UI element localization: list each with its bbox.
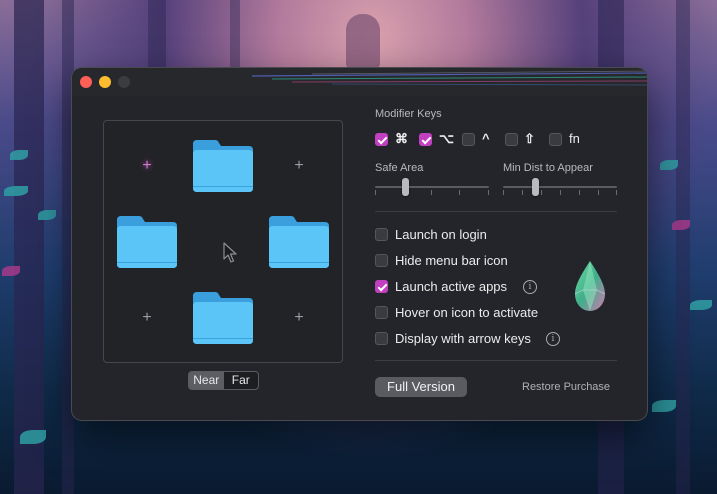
modifier-keys-title: Modifier Keys: [375, 108, 442, 120]
slider-track: [503, 186, 617, 188]
arrow-keys-label: Display with arrow keys: [395, 331, 531, 346]
folder-icon: [193, 292, 253, 344]
near-option[interactable]: Near: [189, 372, 224, 389]
layout-preview: + + + +: [103, 120, 343, 363]
safe-area-label: Safe Area: [375, 162, 424, 174]
full-version-button[interactable]: Full Version: [375, 377, 467, 397]
close-button[interactable]: [80, 76, 92, 88]
option-key-label: ⌥: [439, 131, 454, 146]
plus-icon[interactable]: +: [291, 158, 307, 174]
arrow-keys-checkbox[interactable]: [375, 332, 388, 345]
shift-key-label: ⇧: [524, 131, 535, 146]
launch-on-login-checkbox[interactable]: [375, 228, 388, 241]
option-key-checkbox[interactable]: [419, 133, 432, 146]
min-dist-label: Min Dist to Appear: [503, 162, 593, 174]
folder-icon: [269, 216, 329, 268]
zoom-button[interactable]: [118, 76, 130, 88]
minimize-button[interactable]: [99, 76, 111, 88]
hide-menu-bar-icon-label: Hide menu bar icon: [395, 253, 508, 268]
title-bar-streaks: [252, 70, 647, 86]
launch-active-apps-label: Launch active apps: [395, 279, 508, 294]
command-key-label: ⌘: [395, 131, 408, 146]
fn-key-checkbox[interactable]: [549, 133, 562, 146]
far-option[interactable]: Far: [224, 372, 259, 389]
divider: [375, 360, 617, 361]
control-key-checkbox[interactable]: [462, 133, 475, 146]
fn-key-label: fn: [569, 131, 580, 146]
command-key-checkbox[interactable]: [375, 133, 388, 146]
min-dist-slider[interactable]: [503, 177, 617, 197]
slider-knob[interactable]: [402, 178, 409, 196]
launch-on-login-label: Launch on login: [395, 227, 487, 242]
gem-icon: [574, 261, 606, 311]
title-bar[interactable]: [72, 68, 647, 96]
control-key-label: ^: [482, 131, 490, 146]
safe-area-slider[interactable]: [375, 177, 489, 197]
plus-icon[interactable]: +: [291, 310, 307, 326]
hover-to-activate-checkbox[interactable]: [375, 306, 388, 319]
app-window: + + + + Near Far Modifier Keys ⌘ ⌥ ^ ⇧ f…: [72, 68, 647, 420]
near-far-toggle[interactable]: Near Far: [188, 371, 259, 390]
divider: [375, 211, 617, 212]
hide-menu-bar-icon-checkbox[interactable]: [375, 254, 388, 267]
shift-key-checkbox[interactable]: [505, 133, 518, 146]
launch-active-apps-checkbox[interactable]: [375, 280, 388, 293]
slider-track: [375, 186, 489, 188]
plus-icon[interactable]: +: [139, 310, 155, 326]
cursor-arrow-icon: [223, 242, 237, 263]
slider-knob[interactable]: [532, 178, 539, 196]
folder-icon: [117, 216, 177, 268]
hover-to-activate-label: Hover on icon to activate: [395, 305, 539, 320]
plus-icon[interactable]: +: [139, 158, 155, 174]
folder-icon: [193, 140, 253, 192]
restore-purchase-button[interactable]: Restore Purchase: [522, 381, 610, 393]
info-icon[interactable]: i: [546, 332, 560, 346]
info-icon[interactable]: i: [523, 280, 537, 294]
